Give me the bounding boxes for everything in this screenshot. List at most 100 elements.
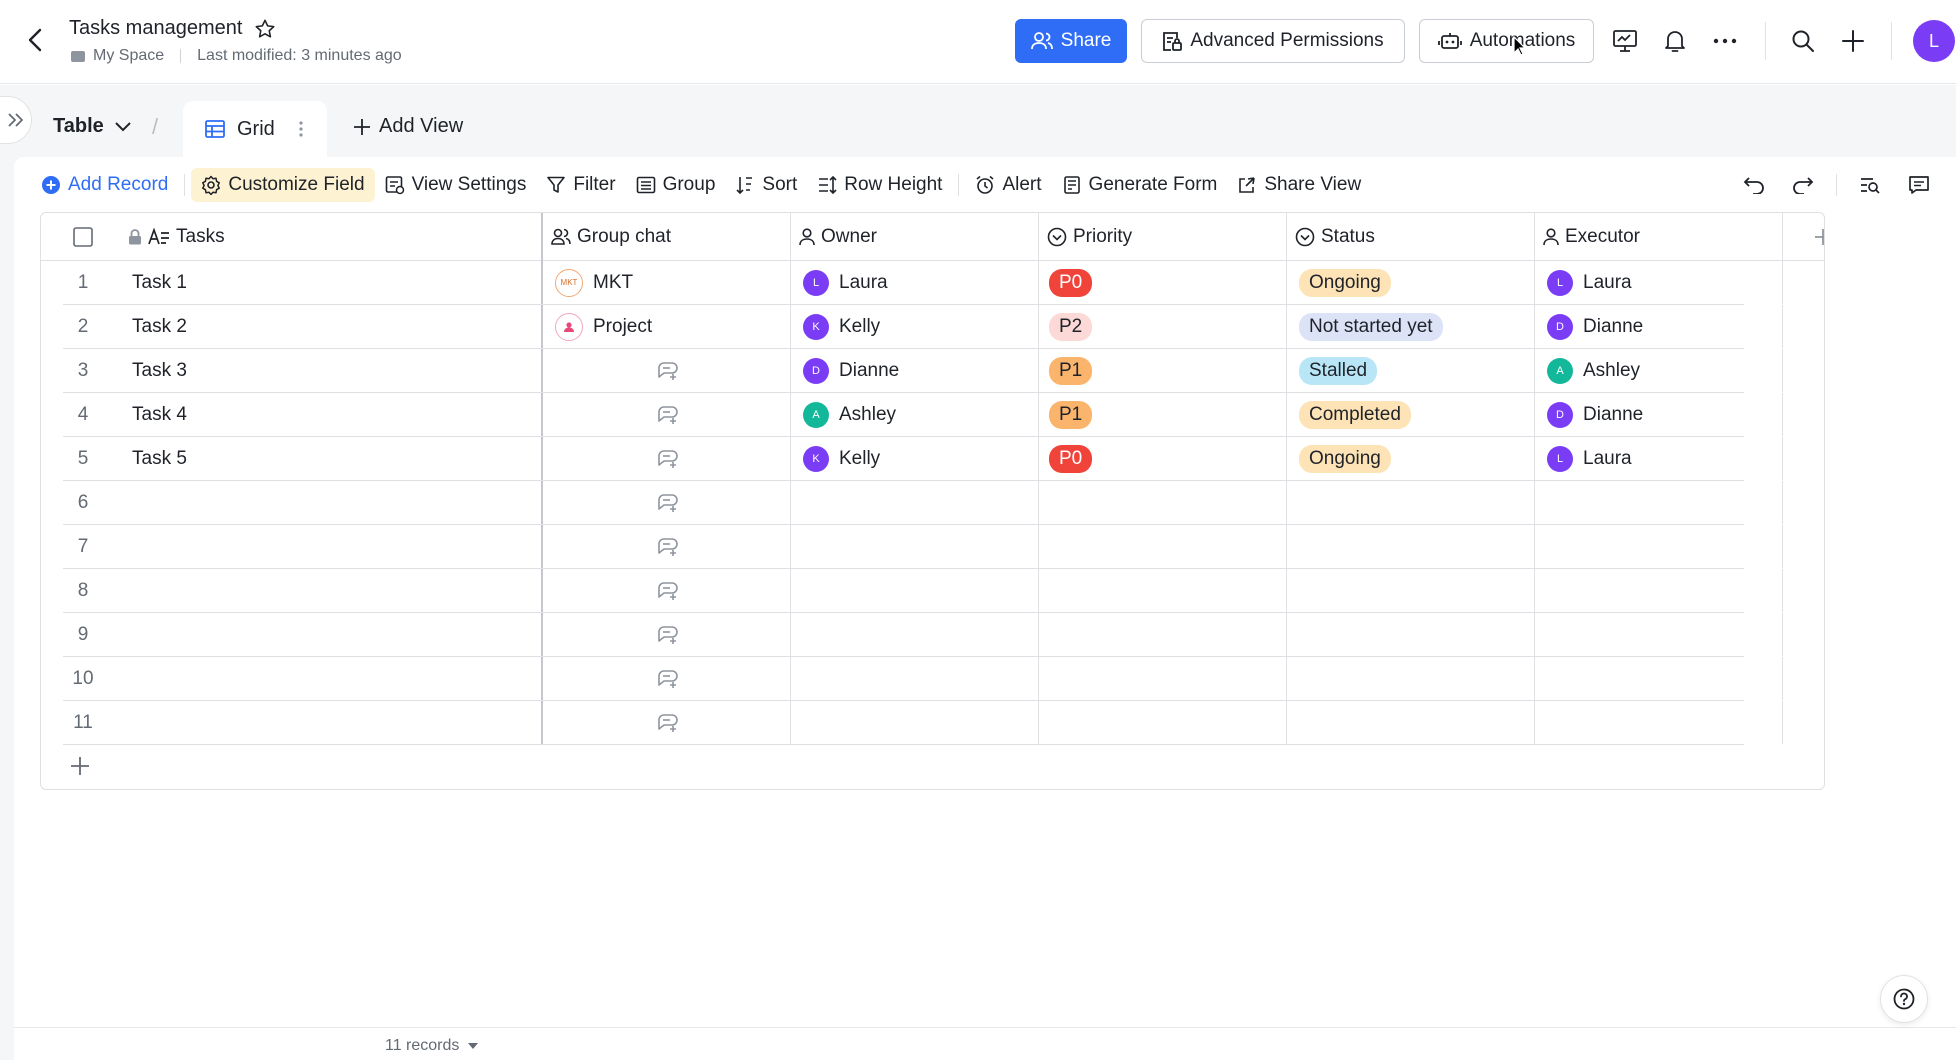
vertical-more-icon[interactable] [299,121,303,137]
redo-icon[interactable] [1786,168,1820,202]
priority-cell[interactable]: P0 [1039,437,1287,480]
create-group-chat-icon[interactable] [656,713,678,733]
executor-cell[interactable] [1535,481,1783,524]
add-record-button[interactable]: Add Record [31,168,178,202]
task-cell[interactable] [103,701,543,744]
task-cell[interactable] [103,525,543,568]
group-chat-cell[interactable]: MKT MKT [543,261,791,304]
group-chat-cell[interactable] [543,481,791,524]
table-row[interactable]: 10 [63,657,1783,701]
column-header-executor[interactable]: Executor [1535,213,1783,261]
table-row[interactable]: 3 Task 3 D Dianne P1 Stalled A Ashley [63,349,1783,393]
executor-cell[interactable]: D Dianne [1535,305,1783,348]
filter-button[interactable]: Filter [536,168,625,202]
create-group-chat-icon[interactable] [656,537,678,557]
customize-field-button[interactable]: Customize Field [191,168,375,202]
task-cell[interactable] [103,481,543,524]
executor-cell[interactable]: L Laura [1535,261,1783,304]
task-cell[interactable]: Task 3 [103,349,543,392]
group-chat-cell[interactable] [543,525,791,568]
owner-cell[interactable]: K Kelly [791,305,1039,348]
owner-cell[interactable] [791,569,1039,612]
group-chat-cell[interactable] [543,569,791,612]
task-cell[interactable]: Task 5 [103,437,543,480]
create-group-chat-icon[interactable] [656,625,678,645]
task-cell[interactable] [103,613,543,656]
add-row-button[interactable] [67,753,93,779]
group-button[interactable]: Group [626,168,726,202]
alert-button[interactable]: Alert [965,168,1051,202]
create-group-chat-icon[interactable] [656,669,678,689]
location-label[interactable]: My Space [93,47,164,65]
executor-cell[interactable]: L Laura [1535,437,1783,480]
column-header-tasks[interactable]: Tasks [103,213,543,261]
owner-cell[interactable] [791,701,1039,744]
table-switcher[interactable]: Table [53,115,132,138]
create-group-chat-icon[interactable] [656,581,678,601]
status-cell[interactable]: Stalled [1287,349,1535,392]
row-height-button[interactable]: Row Height [807,168,952,202]
owner-cell[interactable]: L Laura [791,261,1039,304]
document-title[interactable]: Tasks management [69,17,242,40]
status-cell[interactable] [1287,569,1535,612]
share-view-button[interactable]: Share View [1227,168,1371,202]
group-chat-cell[interactable] [543,437,791,480]
table-row[interactable]: 9 [63,613,1783,657]
priority-cell[interactable] [1039,481,1287,524]
create-group-chat-icon[interactable] [656,405,678,425]
executor-cell[interactable]: D Dianne [1535,393,1783,436]
bell-icon[interactable] [1660,26,1690,56]
status-cell[interactable] [1287,613,1535,656]
create-group-chat-icon[interactable] [656,449,678,469]
search-icon[interactable] [1788,26,1818,56]
task-cell[interactable] [103,657,543,700]
group-chat-cell[interactable] [543,701,791,744]
group-chat-cell[interactable] [543,657,791,700]
task-cell[interactable]: Task 1 [103,261,543,304]
executor-cell[interactable] [1535,657,1783,700]
executor-cell[interactable] [1535,569,1783,612]
group-chat-cell[interactable] [543,393,791,436]
plus-icon[interactable] [1838,26,1868,56]
add-view-button[interactable]: Add View [353,115,463,138]
table-row[interactable]: 8 [63,569,1783,613]
search-list-icon[interactable] [1853,168,1887,202]
priority-cell[interactable] [1039,613,1287,656]
priority-cell[interactable] [1039,525,1287,568]
sort-button[interactable]: Sort [725,168,807,202]
table-row[interactable]: 2 Task 2 Project K Kelly P2 Not started … [63,305,1783,349]
group-chat-cell[interactable] [543,349,791,392]
owner-cell[interactable] [791,481,1039,524]
table-row[interactable]: 4 Task 4 A Ashley P1 Completed D Dianne [63,393,1783,437]
status-cell[interactable]: Ongoing [1287,437,1535,480]
status-cell[interactable]: Ongoing [1287,261,1535,304]
status-cell[interactable] [1287,657,1535,700]
generate-form-button[interactable]: Generate Form [1052,168,1228,202]
priority-cell[interactable]: P0 [1039,261,1287,304]
task-cell[interactable]: Task 2 [103,305,543,348]
priority-cell[interactable]: P2 [1039,305,1287,348]
task-cell[interactable]: Task 4 [103,393,543,436]
task-cell[interactable] [103,569,543,612]
comment-icon[interactable] [1902,168,1936,202]
create-group-chat-icon[interactable] [656,361,678,381]
owner-cell[interactable]: K Kelly [791,437,1039,480]
view-settings-button[interactable]: View Settings [375,168,537,202]
group-chat-cell[interactable]: Project [543,305,791,348]
advanced-permissions-button[interactable]: Advanced Permissions [1141,19,1405,63]
priority-cell[interactable] [1039,701,1287,744]
tab-grid[interactable]: Grid [183,101,327,157]
column-header-owner[interactable]: Owner [791,213,1039,261]
status-cell[interactable]: Not started yet [1287,305,1535,348]
priority-cell[interactable] [1039,569,1287,612]
column-header-group-chat[interactable]: Group chat [543,213,791,261]
executor-cell[interactable] [1535,701,1783,744]
table-row[interactable]: 7 [63,525,1783,569]
owner-cell[interactable] [791,657,1039,700]
executor-cell[interactable] [1535,525,1783,568]
table-row[interactable]: 11 [63,701,1783,745]
executor-cell[interactable] [1535,613,1783,656]
back-arrow-icon[interactable] [22,24,50,56]
create-group-chat-icon[interactable] [656,493,678,513]
column-header-status[interactable]: Status [1287,213,1535,261]
